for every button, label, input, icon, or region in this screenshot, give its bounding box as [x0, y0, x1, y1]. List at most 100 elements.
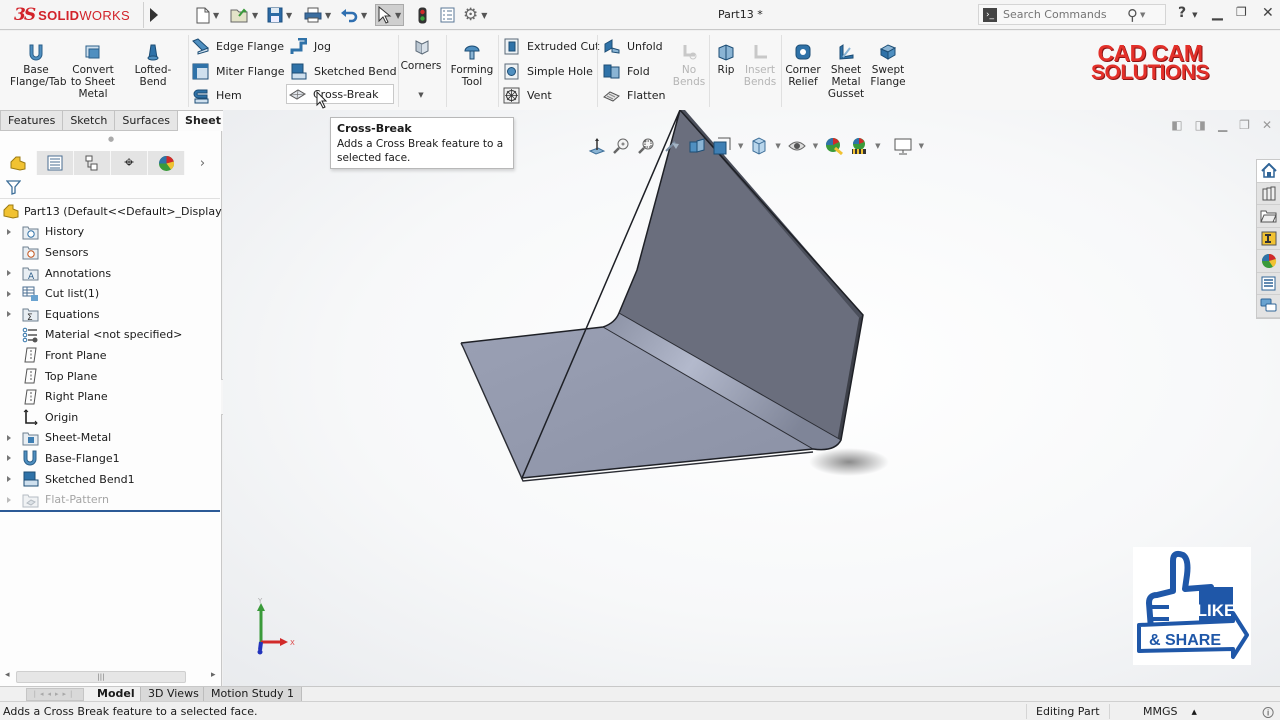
file-properties-button[interactable]: [440, 5, 455, 25]
tab-model[interactable]: Model: [90, 687, 142, 702]
close-button[interactable]: ✕: [1262, 5, 1274, 21]
cross-break-button[interactable]: Cross-Break: [286, 84, 394, 104]
expand-menu-icon[interactable]: [150, 8, 158, 22]
vent-button[interactable]: Vent: [503, 85, 552, 105]
tree-item-right-plane[interactable]: Right Plane: [0, 386, 220, 407]
rollback-bar[interactable]: [0, 510, 220, 512]
rip-button[interactable]: Rip: [712, 43, 740, 76]
tree-item-equations[interactable]: Σ Equations: [0, 304, 220, 325]
extruded-cut-button[interactable]: Extruded Cut: [503, 36, 599, 56]
zoom-to-fit-icon[interactable]: [613, 137, 631, 155]
search-icon[interactable]: ⚲: [1127, 6, 1138, 24]
expand-arrow-icon[interactable]: [7, 270, 11, 277]
corners-button[interactable]: Corners ▼: [400, 39, 442, 101]
zoom-to-area-icon[interactable]: [638, 137, 656, 155]
tree-item-sheet-metal[interactable]: Sheet-Metal: [0, 428, 220, 449]
flatten-button[interactable]: Flatten: [603, 85, 666, 105]
sheet-metal-model[interactable]: [223, 110, 1280, 686]
restore-button[interactable]: ❐: [1236, 5, 1247, 19]
dimxpert-tab[interactable]: ⌖: [111, 151, 148, 175]
unit-system-selector[interactable]: MMGS ▲: [1143, 705, 1197, 718]
view-orientation-icon[interactable]: [588, 137, 606, 155]
viewport-restore-icon[interactable]: ❐: [1239, 118, 1250, 132]
horizontal-scrollbar[interactable]: ◂ ||| ▸: [0, 669, 220, 685]
options-button[interactable]: ⚙ ▼: [463, 5, 487, 25]
sketched-bend-button[interactable]: Sketched Bend: [290, 61, 397, 81]
tree-item-material[interactable]: Material <not specified>: [0, 325, 220, 346]
display-manager-tab[interactable]: [148, 151, 185, 175]
more-tabs-chevron-icon[interactable]: ›: [185, 156, 220, 171]
featuremanager-tab[interactable]: [0, 151, 37, 175]
search-input[interactable]: [1003, 8, 1123, 21]
tile-right-icon[interactable]: ◨: [1195, 118, 1206, 132]
open-button[interactable]: ▼: [230, 5, 258, 25]
solidworks-resources-tab[interactable]: [1257, 160, 1280, 183]
apply-scene-dropdown-icon[interactable]: ▼: [875, 142, 880, 150]
expand-arrow-icon[interactable]: [7, 290, 11, 297]
sheet-metal-gusset-button[interactable]: Sheet Metal Gusset: [826, 43, 866, 100]
tree-item-origin[interactable]: Origin: [0, 407, 220, 428]
edge-flange-button[interactable]: Edge Flange: [192, 36, 284, 56]
swept-flange-button[interactable]: Swept Flange: [868, 43, 908, 88]
search-dropdown-icon[interactable]: ▼: [1140, 11, 1145, 19]
section-view-icon[interactable]: [688, 137, 706, 155]
tree-item-flat-pattern[interactable]: Flat-Pattern: [0, 489, 220, 510]
minimize-button[interactable]: ▁: [1212, 5, 1223, 21]
new-document-button[interactable]: ▼: [196, 5, 219, 25]
tree-item-sketched-bend1[interactable]: Sketched Bend1: [0, 469, 220, 490]
select-button[interactable]: ▼: [375, 4, 405, 26]
tree-item-annotations[interactable]: A Annotations: [0, 263, 220, 284]
corner-relief-button[interactable]: Corner Relief: [784, 43, 822, 88]
tab-navigation-arrows[interactable]: |◂◂▸▸|: [26, 688, 84, 701]
graphics-area[interactable]: ▼ ▼ ▼ ▼ ▼ ◧ ◨ ▁ ❐ ✕ Y X LIKE & SHARE: [223, 110, 1280, 686]
scroll-left-icon[interactable]: ◂: [5, 670, 10, 680]
base-flange-button[interactable]: Base Flange/Tab: [10, 43, 66, 88]
rebuild-button[interactable]: [418, 5, 427, 25]
no-bends-button[interactable]: No Bends: [672, 43, 706, 88]
forming-tool-button[interactable]: Forming Tool: [450, 43, 494, 88]
configurationmanager-tab[interactable]: [74, 151, 111, 175]
help-button[interactable]: ? ▼: [1178, 5, 1198, 21]
jog-button[interactable]: Jog: [290, 36, 331, 56]
viewport-minimize-icon[interactable]: ▁: [1218, 118, 1227, 132]
display-style-icon[interactable]: [750, 137, 768, 155]
insert-bends-button[interactable]: Insert Bends: [742, 43, 778, 88]
hem-button[interactable]: Hem: [192, 85, 242, 105]
solidworks-logo[interactable]: 3S SOLIDWORKS: [10, 2, 144, 28]
scroll-right-icon[interactable]: ▸: [211, 670, 216, 680]
view-settings-dropdown-icon[interactable]: ▼: [919, 142, 924, 150]
miter-flange-button[interactable]: Miter Flange: [192, 61, 285, 81]
lofted-bend-button[interactable]: Lofted-Bend: [122, 43, 184, 88]
previous-view-icon[interactable]: [663, 137, 681, 155]
tab-features[interactable]: Features: [0, 110, 64, 131]
expand-arrow-icon[interactable]: [7, 434, 11, 441]
file-explorer-tab[interactable]: [1257, 205, 1280, 228]
expand-arrow-icon[interactable]: [7, 476, 11, 483]
expand-arrow-icon[interactable]: [7, 455, 11, 462]
unfold-button[interactable]: Unfold: [603, 36, 663, 56]
tab-motion-study-1[interactable]: Motion Study 1: [203, 687, 303, 702]
hide-show-dropdown-icon[interactable]: ▼: [813, 142, 818, 150]
panel-grip[interactable]: ●: [108, 135, 114, 143]
tree-item-history[interactable]: History: [0, 222, 220, 243]
units-dropdown-icon[interactable]: ▲: [1192, 708, 1197, 716]
corners-dropdown-icon[interactable]: ▼: [400, 89, 442, 101]
design-library-tab[interactable]: [1257, 183, 1280, 205]
hide-show-items-icon[interactable]: [788, 137, 806, 155]
expand-arrow-icon[interactable]: [7, 228, 11, 235]
tree-item-cut-list[interactable]: Cut list(1): [0, 283, 220, 304]
search-commands[interactable]: ›_ ⚲ ▼: [978, 4, 1166, 25]
scroll-thumb[interactable]: |||: [16, 671, 186, 683]
tab-3d-views[interactable]: 3D Views: [140, 687, 207, 702]
tree-item-front-plane[interactable]: Front Plane: [0, 345, 220, 366]
print-button[interactable]: ▼: [304, 5, 331, 25]
propertymanager-tab[interactable]: [37, 151, 74, 175]
quick-tips-icon[interactable]: 🛈: [1262, 704, 1274, 720]
tab-sketch[interactable]: Sketch: [63, 110, 116, 131]
tree-filter[interactable]: [0, 177, 220, 199]
view-palette-tab[interactable]: [1257, 228, 1280, 250]
undo-button[interactable]: ▼: [340, 5, 367, 25]
tree-root-part[interactable]: Part13 (Default<<Default>_Display Stat: [0, 201, 247, 222]
view-selector-icon[interactable]: [713, 137, 731, 155]
save-button[interactable]: ▼: [267, 5, 292, 25]
